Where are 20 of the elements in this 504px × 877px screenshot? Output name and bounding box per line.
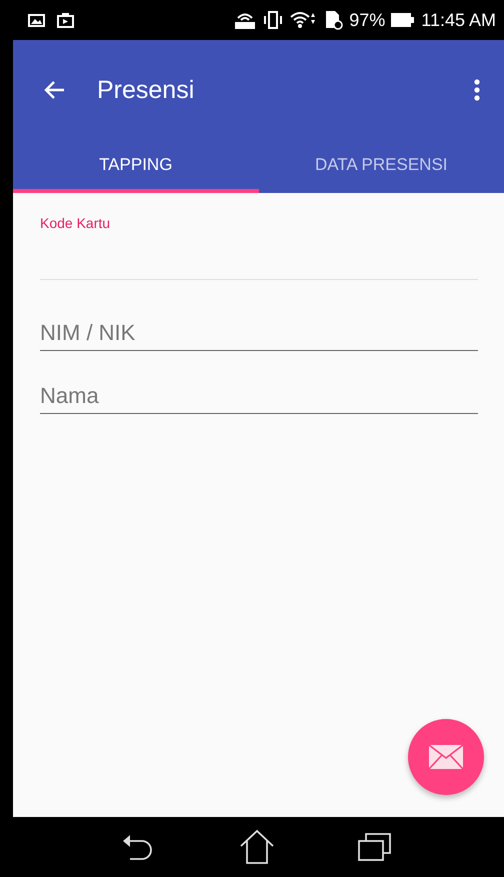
envelope-icon bbox=[429, 745, 463, 769]
back-arrow-icon bbox=[43, 80, 65, 100]
input-field[interactable]: Kode Kartu bbox=[40, 215, 478, 280]
recent-apps-icon[interactable] bbox=[358, 832, 392, 862]
battery-percentage: 97% bbox=[349, 10, 386, 30]
email-fab[interactable] bbox=[408, 719, 484, 795]
clock: 11:45 AM bbox=[421, 10, 496, 30]
vibrate-icon bbox=[263, 11, 284, 29]
home-icon[interactable] bbox=[238, 829, 275, 865]
input-field[interactable]: NIM / NIK bbox=[40, 320, 478, 351]
image-icon bbox=[28, 14, 45, 26]
tab[interactable]: DATA PRESENSI bbox=[258, 140, 504, 193]
more-icon bbox=[474, 79, 480, 101]
battery-icon bbox=[391, 13, 416, 27]
input-field[interactable]: Nama bbox=[40, 383, 478, 414]
tab[interactable]: TAPPING bbox=[13, 140, 258, 193]
screen-title: Presensi bbox=[97, 76, 196, 104]
field-label: Kode Kartu bbox=[40, 215, 110, 231]
wifi-icon bbox=[289, 10, 318, 30]
sd-card-icon bbox=[323, 10, 344, 30]
